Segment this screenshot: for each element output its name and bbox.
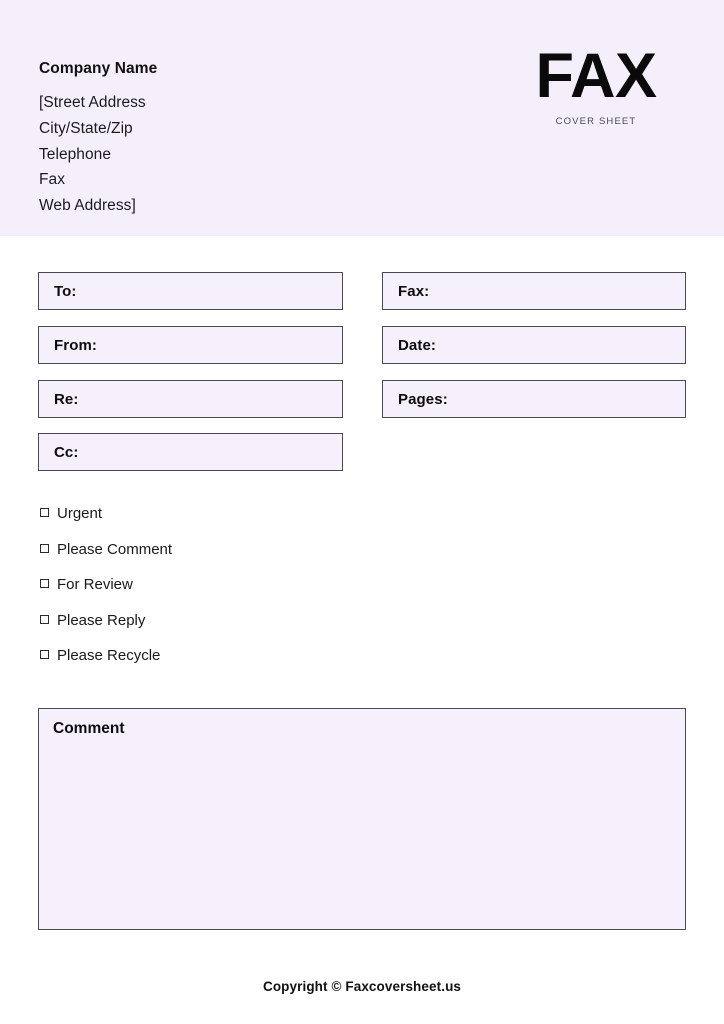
fax-cover-sheet-page: Company Name [Street Address City/State/… xyxy=(0,0,724,1024)
checklist-label-for-review: For Review xyxy=(57,576,133,593)
field-label-re: Re: xyxy=(54,390,79,408)
field-row-cc: Cc: xyxy=(38,433,343,471)
field-label-to: To: xyxy=(54,282,77,300)
field-row-re: Re: xyxy=(38,380,343,418)
options-checklist: Urgent Please Comment For Review Please … xyxy=(40,505,172,683)
copyright-footer: Copyright © Faxcoversheet.us xyxy=(262,979,462,994)
address-line: [Street Address xyxy=(39,94,146,111)
field-label-from: From: xyxy=(54,336,97,354)
field-input-re[interactable]: Re: xyxy=(38,380,343,418)
field-input-cc[interactable]: Cc: xyxy=(38,433,343,471)
checklist-item-please-reply[interactable]: Please Reply xyxy=(40,612,172,648)
field-row-fax: Fax: xyxy=(382,272,686,310)
field-row-pages: Pages: xyxy=(382,380,686,418)
company-name: Company Name xyxy=(39,60,158,77)
field-input-pages[interactable]: Pages: xyxy=(382,380,686,418)
address-line: Fax xyxy=(39,171,65,189)
square-outline-icon[interactable] xyxy=(40,614,49,624)
field-row-date: Date: xyxy=(382,326,686,364)
square-outline-icon[interactable] xyxy=(40,650,49,659)
checklist-item-for-review[interactable]: For Review xyxy=(40,576,172,612)
checklist-item-please-comment[interactable]: Please Comment xyxy=(40,541,172,577)
comment-textarea[interactable]: Comment xyxy=(38,708,686,930)
square-outline-icon[interactable] xyxy=(40,579,49,588)
field-label-cc: Cc: xyxy=(54,443,79,461)
field-input-from[interactable]: From: xyxy=(38,326,343,364)
address-line: City/State/Zip xyxy=(39,119,133,137)
square-outline-icon[interactable] xyxy=(40,508,49,517)
field-label-fax: Fax: xyxy=(398,282,430,300)
fax-logo-title: FAX xyxy=(535,41,657,111)
fax-logo-subtitle: COVER SHEET xyxy=(555,116,637,127)
checklist-item-please-recycle[interactable]: Please Recycle xyxy=(40,647,172,683)
field-label-date: Date: xyxy=(398,336,437,354)
company-info-block: Company Name [Street Address City/State/… xyxy=(39,60,157,219)
header-band: Company Name [Street Address City/State/… xyxy=(0,0,724,236)
field-row-to: To: xyxy=(38,272,343,310)
field-label-pages: Pages: xyxy=(398,390,448,408)
checklist-label-please-comment: Please Comment xyxy=(57,540,173,558)
checklist-label-urgent: Urgent xyxy=(57,505,103,522)
field-input-date[interactable]: Date: xyxy=(382,326,686,364)
comment-label: Comment xyxy=(53,720,125,737)
square-outline-icon[interactable] xyxy=(40,543,49,553)
checklist-label-please-reply: Please Reply xyxy=(57,611,146,629)
field-input-to[interactable]: To: xyxy=(38,272,343,310)
field-row-from: From: xyxy=(38,326,343,364)
fax-logo: FAX COVER SHEET xyxy=(506,41,686,128)
checklist-item-urgent[interactable]: Urgent xyxy=(40,505,172,541)
address-line: Telephone xyxy=(39,145,111,163)
company-address-block: [Street Address City/State/Zip Telephone… xyxy=(39,90,157,219)
checklist-label-please-recycle: Please Recycle xyxy=(57,647,161,664)
address-line: Web Address] xyxy=(39,197,136,215)
field-input-fax[interactable]: Fax: xyxy=(382,272,686,310)
